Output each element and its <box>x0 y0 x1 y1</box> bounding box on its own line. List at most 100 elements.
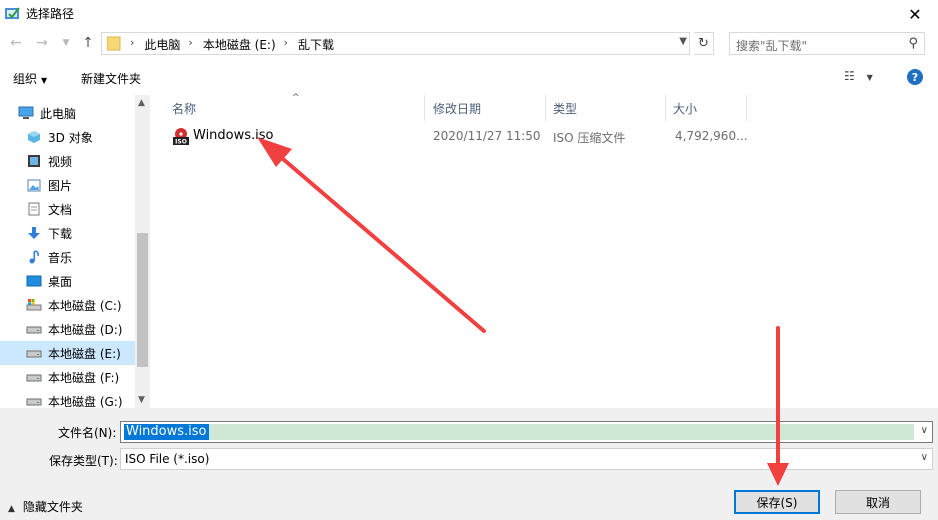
column-size-label: 大小 <box>673 101 698 116</box>
sidebar-item-label: 图片 <box>48 178 73 193</box>
cancel-label: 取消 <box>865 495 890 510</box>
save-dialog: 选择路径 ✕ ← → ▼ ↑ › 此电脑 › 本地磁盘 (E:) › 乱下载 ▼… <box>0 0 938 520</box>
back-arrow-icon: ← <box>10 35 22 51</box>
sidebar-item[interactable]: 视频 <box>0 149 135 173</box>
toolbar: 组织 ▼ 新建文件夹 ☷ ▼ ? <box>0 62 938 92</box>
column-divider[interactable] <box>424 95 425 121</box>
table-row[interactable]: ISO Windows.iso 2020/11/27 11:50 ISO 压缩文… <box>150 125 750 147</box>
sidebar-item[interactable]: 图片 <box>0 173 135 197</box>
new-folder-button[interactable]: 新建文件夹 <box>81 70 141 87</box>
chevron-right-icon[interactable]: › <box>126 36 140 53</box>
file-name: Windows.iso <box>193 128 274 143</box>
address-bar[interactable]: › 此电脑 › 本地磁盘 (E:) › 乱下载 ▼ <box>101 32 690 55</box>
back-button[interactable]: ← <box>8 35 24 51</box>
hide-folders-toggle[interactable]: ▲ 隐藏文件夹 <box>8 498 83 515</box>
sidebar-item[interactable]: 文档 <box>0 197 135 221</box>
title-bar: 选择路径 ✕ <box>0 0 938 28</box>
iso-file-icon: ISO <box>173 128 189 145</box>
column-divider[interactable] <box>665 95 666 121</box>
address-row: ← → ▼ ↑ › 此电脑 › 本地磁盘 (E:) › 乱下载 ▼ ↻ 搜索"乱… <box>0 28 938 60</box>
cancel-button[interactable]: 取消 <box>835 490 921 514</box>
sidebar-item[interactable]: 桌面 <box>0 269 135 293</box>
save-button[interactable]: 保存(S) <box>734 490 820 514</box>
up-button[interactable]: ↑ <box>80 35 96 51</box>
sidebar-item-label: 桌面 <box>48 274 73 289</box>
file-size: 4,792,960... <box>675 129 748 143</box>
svg-text:ISO: ISO <box>175 139 187 146</box>
filetype-select[interactable]: ISO File (*.iso) ∨ <box>120 448 933 470</box>
sidebar-item[interactable]: 本地磁盘 (D:) <box>0 317 135 341</box>
chevron-down-icon: ▼ <box>62 38 70 48</box>
scroll-up-icon[interactable]: ▲ <box>138 98 145 108</box>
column-header-size[interactable]: 大小 <box>673 95 697 121</box>
computer-icon <box>18 106 34 120</box>
drive-icon <box>26 370 42 384</box>
file-type: ISO 压缩文件 <box>553 131 626 145</box>
refresh-icon: ↻ <box>698 36 709 51</box>
sidebar-item[interactable]: 本地磁盘 (F:) <box>0 365 135 389</box>
view-options-button[interactable]: ☷ ▼ <box>844 69 873 83</box>
download-arrow-icon <box>26 226 42 240</box>
help-button[interactable]: ? <box>907 69 923 85</box>
breadcrumb-this-pc[interactable]: 此电脑 <box>140 36 184 53</box>
nav-scroll-thumb[interactable] <box>137 233 148 367</box>
column-header-modified[interactable]: 修改日期 <box>433 95 481 121</box>
organize-menu[interactable]: 组织 ▼ <box>13 70 47 87</box>
organize-label: 组织 <box>13 72 38 86</box>
search-icon: ⚲ <box>908 36 918 51</box>
sidebar-item[interactable]: 本地磁盘 (C:) <box>0 293 135 317</box>
new-folder-label: 新建文件夹 <box>81 72 142 86</box>
chevron-down-icon[interactable]: ∨ <box>921 425 928 436</box>
forward-button[interactable]: → <box>34 35 50 51</box>
search-input[interactable]: 搜索"乱下载" ⚲ <box>729 32 925 55</box>
sidebar-item[interactable]: 3D 对象 <box>0 125 135 149</box>
column-header-type[interactable]: 类型 <box>553 95 577 121</box>
system-drive-icon <box>26 298 42 312</box>
navigation-pane: 此电脑 3D 对象视频图片文档 下载 音乐桌面本地磁盘 (C:) 本地磁盘 (D:) 本地… <box>0 95 150 408</box>
address-dropdown-icon[interactable]: ▼ <box>679 36 687 47</box>
scroll-down-icon[interactable]: ▼ <box>138 395 145 405</box>
sidebar-item[interactable]: 本地磁盘 (E:) <box>0 341 135 365</box>
search-placeholder: 搜索"乱下载" <box>736 39 808 53</box>
file-list: ^ 名称 修改日期 类型 大小 ISO Windows.iso 2020/11/… <box>150 93 938 408</box>
folder-icon <box>107 36 121 51</box>
caret-down-icon: ▼ <box>41 76 48 85</box>
column-divider[interactable] <box>545 95 546 121</box>
sidebar-item[interactable]: 音乐 <box>0 245 135 269</box>
forward-arrow-icon: → <box>36 35 48 51</box>
sidebar-item[interactable]: 本地磁盘 (G:) <box>0 389 135 408</box>
chevron-right-icon[interactable]: › <box>280 36 294 53</box>
filetype-value: ISO File (*.iso) <box>125 452 210 466</box>
file-modified: 2020/11/27 11:50 <box>433 129 541 143</box>
sort-ascending-icon: ^ <box>292 93 300 103</box>
nav-scrollbar[interactable]: ▲ ▼ <box>135 95 150 408</box>
desktop-icon <box>26 274 42 288</box>
column-type-label: 类型 <box>553 101 578 116</box>
save-label: 保存(S) <box>756 495 798 510</box>
drive-icon <box>26 394 42 408</box>
column-header-name[interactable]: 名称 <box>172 95 196 121</box>
refresh-button[interactable]: ↻ <box>694 32 714 55</box>
music-note-icon <box>26 250 42 264</box>
sidebar-item-label: 本地磁盘 (D:) <box>48 322 123 337</box>
chevron-down-icon: ∨ <box>920 452 928 463</box>
breadcrumb-folder[interactable]: 乱下载 <box>294 36 338 53</box>
up-arrow-icon: ↑ <box>82 35 94 51</box>
sidebar-item-label: 此电脑 <box>40 106 77 121</box>
sidebar-item-label: 视频 <box>48 154 73 169</box>
app-icon <box>5 7 20 19</box>
filename-input[interactable]: Windows.iso ∨ <box>120 421 933 443</box>
column-divider[interactable] <box>746 95 747 121</box>
sidebar-item[interactable]: 此电脑 <box>0 101 135 125</box>
video-icon <box>26 154 42 168</box>
breadcrumb: › 此电脑 › 本地磁盘 (E:) › 乱下载 <box>126 36 338 53</box>
chevron-right-icon[interactable]: › <box>184 36 198 53</box>
recent-locations-button[interactable]: ▼ <box>58 35 74 51</box>
sidebar-item[interactable]: 下载 <box>0 221 135 245</box>
view-list-icon: ☷ <box>844 69 855 83</box>
close-button[interactable]: ✕ <box>892 0 938 28</box>
sidebar-item-label: 本地磁盘 (G:) <box>48 394 123 409</box>
breadcrumb-drive-e[interactable]: 本地磁盘 (E:) <box>199 36 280 53</box>
drive-icon <box>26 346 42 360</box>
window-title: 选择路径 <box>26 7 75 21</box>
